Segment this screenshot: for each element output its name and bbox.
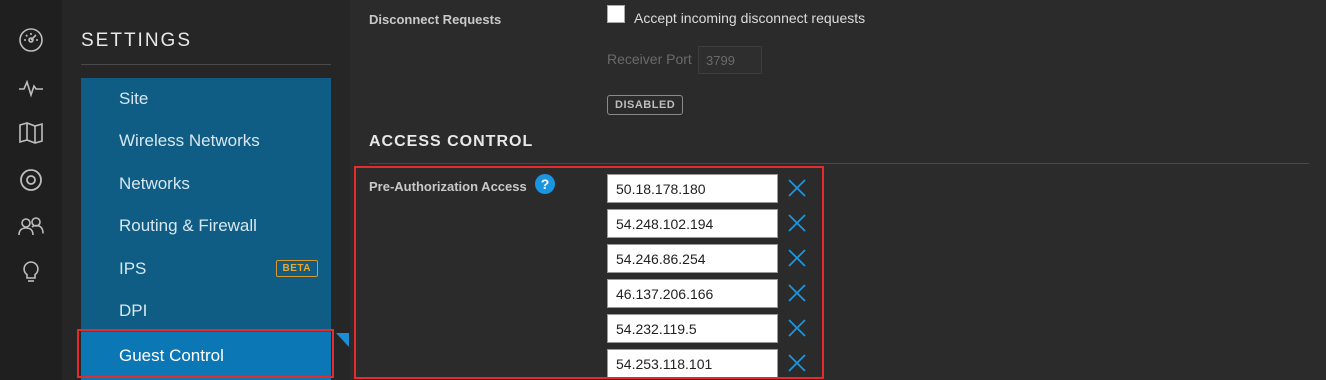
active-pointer (336, 333, 349, 347)
nav-item-label: IPS (119, 259, 147, 278)
dashboard-icon[interactable] (18, 27, 44, 53)
divider (369, 163, 1309, 164)
help-icon[interactable]: ? (535, 174, 555, 194)
nav-item-routing-firewall[interactable]: Routing & Firewall (81, 205, 331, 247)
remove-icon[interactable] (786, 352, 808, 374)
divider (81, 64, 331, 65)
pre-authorization-label: Pre-Authorization Access (369, 179, 527, 194)
pre-auth-ip-input[interactable]: 46.137.206.166 (607, 279, 778, 308)
settings-panel: SETTINGS Site Wireless Networks Networks… (62, 0, 350, 380)
nav-item-label: Networks (119, 174, 190, 193)
nav-item-wireless-networks[interactable]: Wireless Networks (81, 120, 331, 162)
remove-icon[interactable] (786, 282, 808, 304)
statistics-icon[interactable] (18, 75, 44, 101)
receiver-port-label: Receiver Port (607, 51, 692, 67)
nav-item-guest-control[interactable]: Guest Control (81, 332, 331, 380)
remove-icon[interactable] (786, 247, 808, 269)
pre-auth-ip-input[interactable]: 54.253.118.101 (607, 349, 778, 378)
nav-item-ips[interactable]: IPS BETA (81, 248, 331, 290)
pre-auth-ip-input[interactable]: 50.18.178.180 (607, 174, 778, 203)
pre-auth-ip-input[interactable]: 54.232.119.5 (607, 314, 778, 343)
remove-icon[interactable] (786, 177, 808, 199)
map-icon[interactable] (18, 120, 44, 146)
nav-item-networks[interactable]: Networks (81, 163, 331, 205)
nav-item-site[interactable]: Site (81, 78, 331, 120)
remove-icon[interactable] (786, 212, 808, 234)
receiver-port-input[interactable]: 3799 (698, 46, 762, 74)
disconnect-requests-label: Disconnect Requests (369, 12, 502, 27)
nav-item-label: DPI (119, 301, 148, 320)
status-badge: DISABLED (607, 95, 684, 115)
remove-icon[interactable] (786, 317, 808, 339)
icon-rail (0, 0, 62, 380)
nav-item-label: Routing & Firewall (119, 216, 257, 235)
beta-badge: BETA (275, 260, 318, 277)
pre-auth-ip-input[interactable]: 54.248.102.194 (607, 209, 778, 238)
clients-icon[interactable] (18, 213, 44, 239)
pre-auth-ip-input[interactable]: 54.246.86.254 (607, 244, 778, 273)
nav-item-label: Wireless Networks (119, 131, 260, 150)
disconnect-checkbox[interactable] (607, 5, 625, 23)
disconnect-checkbox-label: Accept incoming disconnect requests (634, 10, 866, 26)
settings-title: SETTINGS (81, 30, 193, 51)
insights-icon[interactable] (18, 259, 44, 285)
nav-item-dpi[interactable]: DPI (81, 290, 331, 332)
devices-icon[interactable] (18, 167, 44, 193)
access-control-title: ACCESS CONTROL (369, 133, 534, 150)
settings-nav: Site Wireless Networks Networks Routing … (81, 78, 331, 380)
nav-item-label: Guest Control (119, 346, 224, 365)
nav-item-label: Site (119, 89, 149, 108)
